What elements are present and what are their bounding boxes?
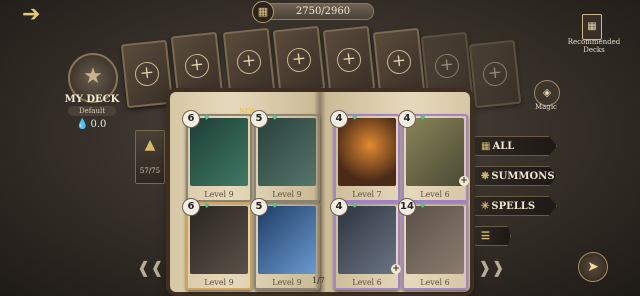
next-page-arrow-icon[interactable]: ❱❱	[478, 258, 505, 277]
plus-icon: +	[481, 60, 509, 88]
card-art	[406, 118, 464, 186]
gem-icon: ◆	[272, 201, 278, 209]
currency-bar: ▦ 2750/2960	[252, 1, 374, 23]
plus-icon: +	[385, 48, 413, 76]
deck-slot-7[interactable]: +	[420, 31, 474, 101]
creature-icon: ❋	[481, 171, 490, 182]
deck-slot-5[interactable]: +	[322, 25, 376, 95]
card-7[interactable]: 4 ◆ + Level 6	[330, 198, 401, 290]
plus-icon: +	[433, 52, 461, 80]
page-indicator: 1/7	[312, 276, 325, 285]
plus-icon: +	[235, 48, 263, 76]
card-level: Level 7	[352, 190, 382, 199]
upgrade-plus-icon[interactable]: +	[391, 264, 401, 274]
prev-page-arrow-icon[interactable]: ❰❰	[137, 258, 164, 277]
card-level: Level 6	[352, 278, 382, 287]
card-level: Level 9	[204, 190, 234, 199]
gem-icon: ◆	[352, 201, 358, 209]
filter-summons-tab[interactable]: ❋ SUMMONS	[475, 166, 557, 186]
sort-icon: ☰	[481, 231, 490, 242]
gem-icon: ◆	[272, 113, 278, 121]
card-cost: 4	[330, 198, 348, 216]
card-art	[406, 206, 464, 274]
card-4[interactable]: 4 ◆ + Level 6	[398, 110, 469, 202]
deck-slot-8[interactable]: +	[468, 39, 522, 109]
card-8[interactable]: 14 ◆ Level 6	[398, 198, 468, 290]
filter-all-tab[interactable]: ▦ ALL	[475, 136, 557, 156]
card-level: Level 9	[272, 278, 302, 287]
plus-icon: +	[133, 60, 161, 88]
card-cost: 5	[250, 198, 268, 216]
recommended-decks-icon[interactable]: ▦	[582, 14, 602, 40]
card-art	[190, 118, 248, 186]
sort-button[interactable]: ☰	[475, 226, 511, 246]
plus-icon: +	[285, 46, 313, 74]
card-cost: 6	[182, 198, 200, 216]
card-cost: 6	[182, 110, 200, 128]
card-art	[190, 206, 248, 274]
mana-value: 0.0	[90, 119, 107, 130]
card-level: Level 9	[272, 190, 302, 199]
card-cost: 5	[250, 110, 268, 128]
card-level: Level 9	[204, 278, 234, 287]
collection-count: 57/75	[139, 167, 161, 175]
cards-icon: ▦	[481, 141, 491, 152]
gem-icon: ◆	[420, 113, 426, 121]
card-art	[338, 206, 396, 274]
card-6[interactable]: 5 ◆ Level 9	[250, 198, 320, 290]
upgrade-plus-icon[interactable]: +	[459, 176, 469, 186]
mana-average: 💧 0.0	[76, 119, 106, 130]
gem-icon: ◆	[352, 113, 358, 121]
house-crest-icon: ▲	[144, 137, 156, 153]
card-art	[338, 118, 396, 186]
deck-slot-3[interactable]: +	[222, 27, 276, 97]
back-arrow-icon[interactable]: ➔	[22, 4, 56, 26]
card-3[interactable]: 4 ◆ Level 7	[330, 110, 400, 202]
gem-icon: ◆	[420, 201, 426, 209]
card-1[interactable]: 6 ◆ NEW Level 9	[182, 108, 256, 202]
plus-icon: +	[335, 46, 363, 74]
card-5[interactable]: 6 ◆ Level 9	[182, 198, 252, 290]
filter-spells-tab[interactable]: ✳ SPELLS	[475, 196, 557, 216]
gem-icon: ◆	[204, 113, 210, 121]
deck-slot-6[interactable]: +	[372, 27, 426, 97]
deck-subtitle: Default	[68, 106, 116, 116]
book-icon: ▦	[252, 1, 274, 23]
collection-tag[interactable]: ▲ 57/75	[135, 130, 165, 184]
card-cost: 4	[398, 110, 416, 128]
card-cost: 4	[330, 110, 348, 128]
card-2[interactable]: 5 ◆ Level 9	[250, 110, 320, 202]
card-art	[258, 206, 316, 274]
deck-title: MY DECK	[64, 94, 120, 105]
card-level: Level 6	[420, 278, 450, 287]
recommended-decks-label[interactable]: Recommended Decks	[566, 38, 622, 54]
spark-icon: ✳	[481, 201, 490, 212]
card-cost: 14	[398, 198, 416, 216]
card-art	[258, 118, 316, 186]
currency-text: 2750/2960	[295, 6, 351, 17]
deck-slot-4[interactable]: +	[272, 25, 326, 95]
deck-slot-1[interactable]: +	[120, 39, 174, 109]
mana-drop-icon: 💧	[76, 119, 89, 130]
magic-label: Magic	[535, 103, 557, 111]
scroll-up-arrow-icon[interactable]: ➤	[578, 252, 608, 282]
gem-icon: ◆	[204, 201, 210, 209]
plus-icon: +	[183, 52, 211, 80]
card-level: Level 6	[420, 190, 450, 199]
deck-slot-2[interactable]: +	[170, 31, 224, 101]
